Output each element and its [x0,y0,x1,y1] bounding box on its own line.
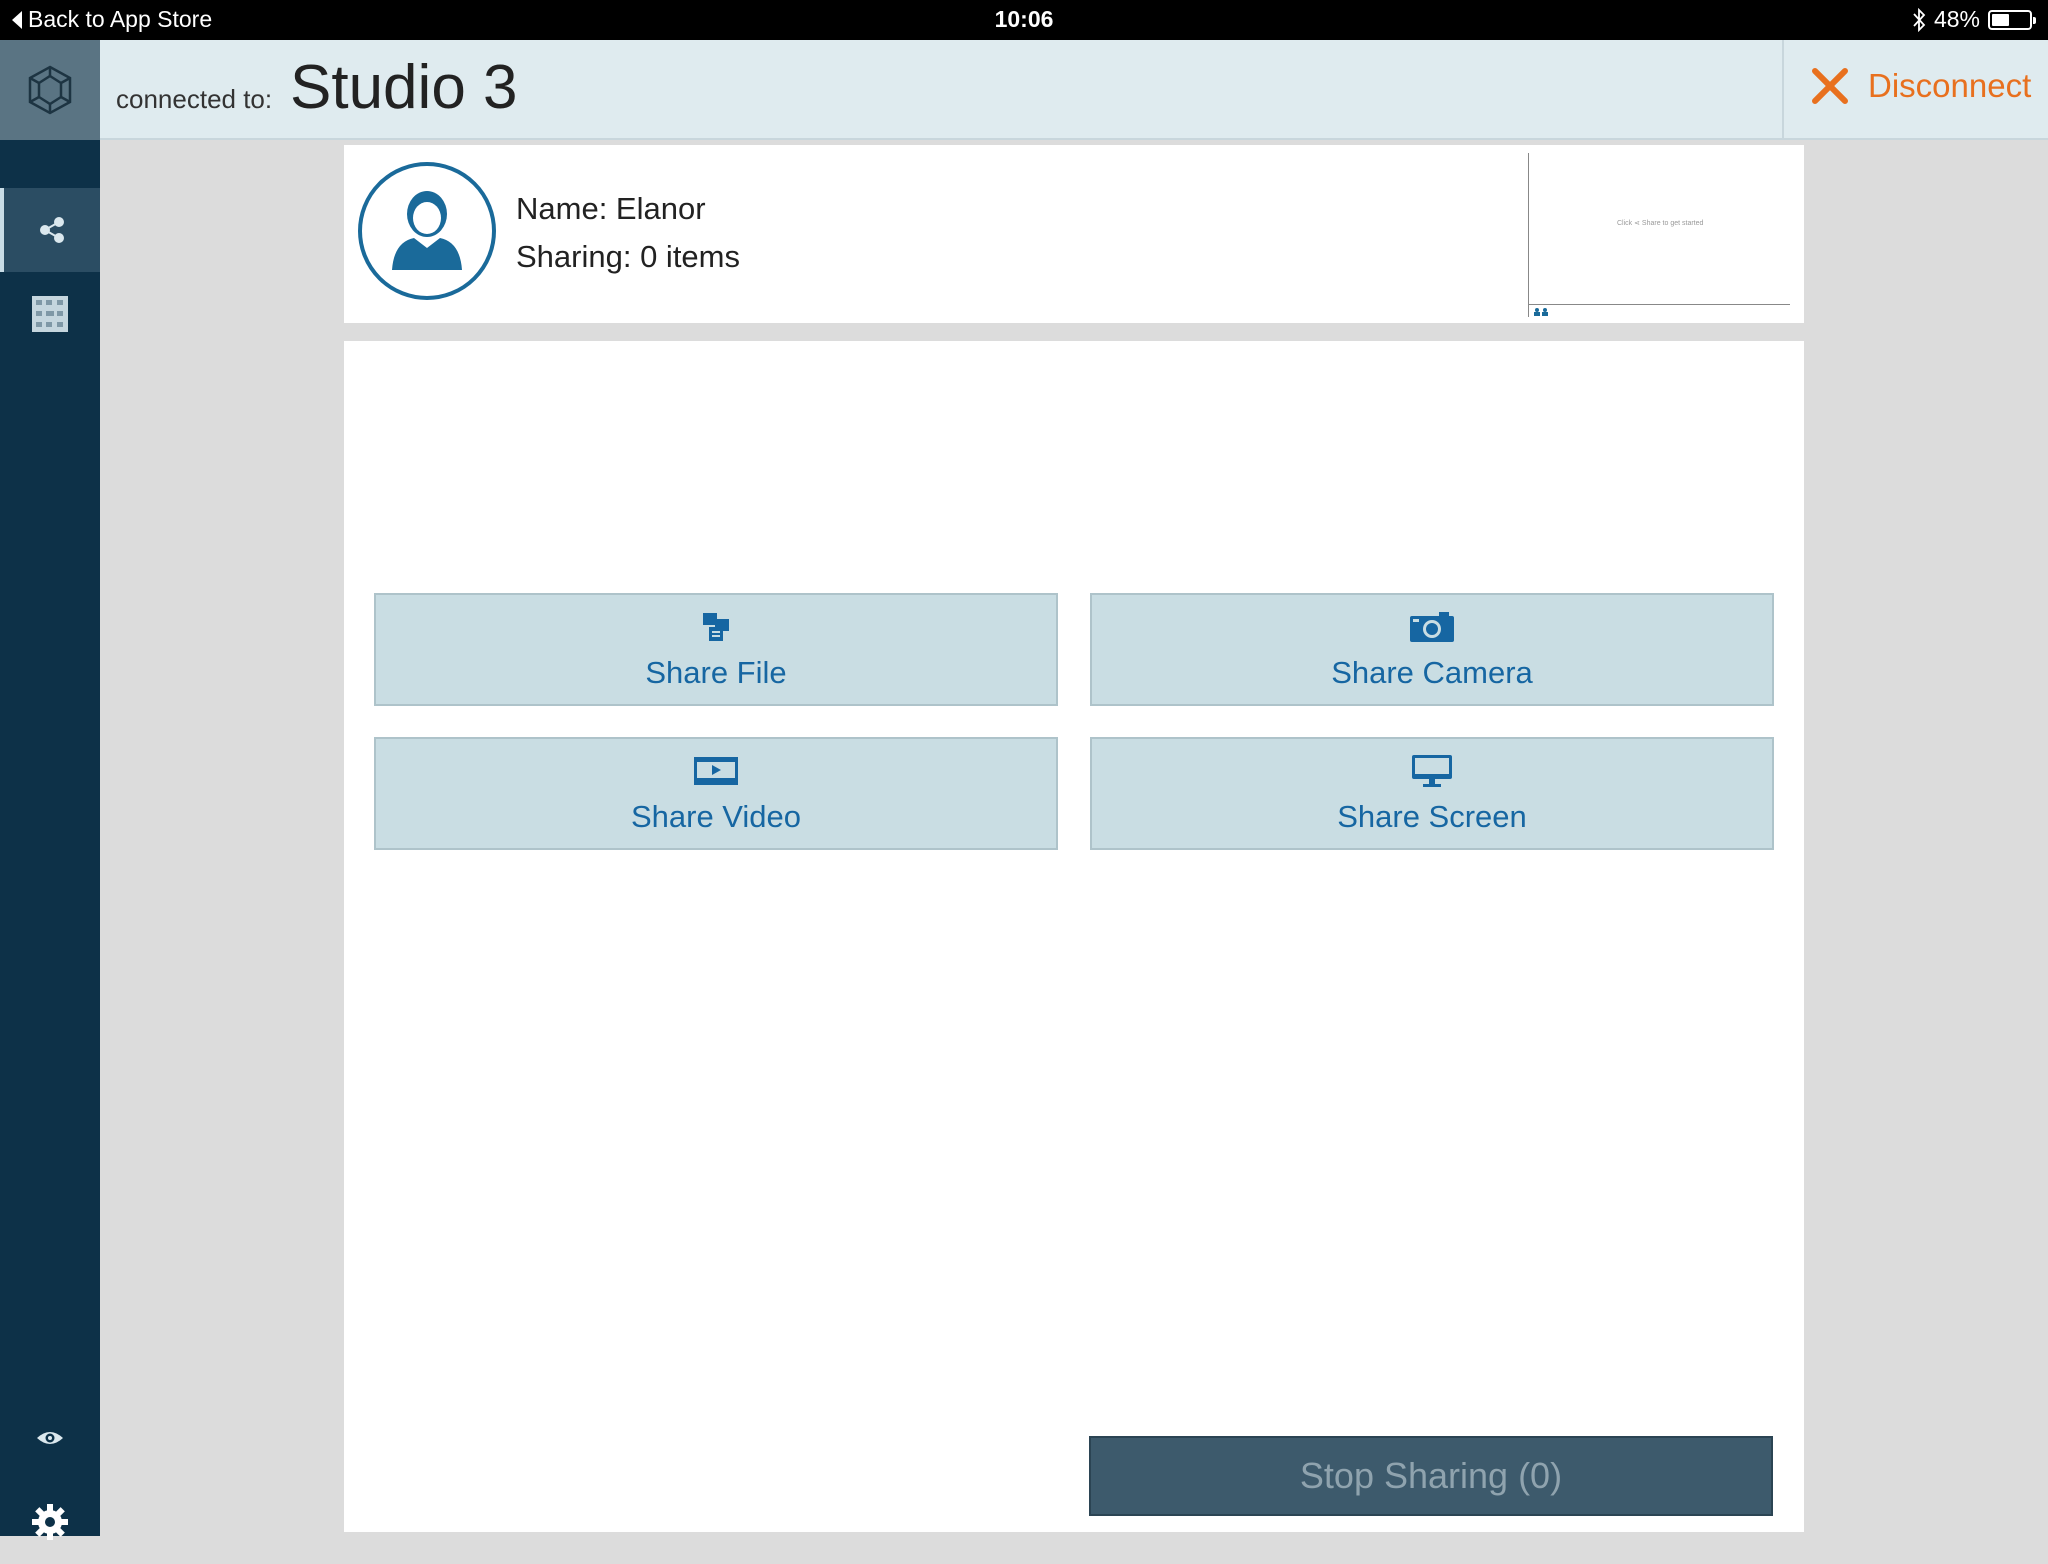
disconnect-button[interactable]: Disconnect [1810,66,2031,106]
ios-status-bar: Back to App Store 10:06 48% [0,0,2048,40]
user-profile-card: Name: Elanor Sharing: 0 items Click ⋖ Sh… [344,145,1804,323]
file-icon [703,613,729,641]
polyhedron-logo-icon [28,65,72,115]
connection-header: connected to: Studio 3 Disconnect [100,40,2048,140]
share-video-button[interactable]: Share Video [374,737,1058,850]
user-name: Name: Elanor [516,191,706,226]
preview-text: Click ⋖ Share to get started [1617,220,1704,227]
share-screen-button[interactable]: Share Screen [1090,737,1774,850]
share-panel: Share File Share Camera Share Video Shar… [344,341,1804,1532]
gear-icon [32,1504,68,1540]
user-icon [392,191,462,270]
bluetooth-icon [1913,7,1926,32]
disconnect-label: Disconnect [1868,67,2032,104]
camera-icon [1410,612,1454,642]
app-logo[interactable] [0,40,100,140]
eye-icon [37,1432,63,1444]
room-preview-thumbnail[interactable]: Click ⋖ Share to get started [1528,153,1790,317]
share-screen-label: Share Screen [1337,799,1527,834]
room-name: Studio 3 [290,53,518,122]
monitor-icon [1412,755,1452,787]
battery-icon [1988,9,2036,30]
clock: 10:06 [994,6,1054,32]
preview-baseline [1529,304,1790,305]
share-camera-label: Share Camera [1331,655,1533,690]
connected-to-label: connected to: [116,84,273,114]
avatar [358,162,496,300]
share-file-button[interactable]: Share File [374,593,1058,706]
sidebar-item-settings[interactable] [0,1480,100,1564]
sidebar-item-share[interactable] [0,188,100,272]
battery-percent: 48% [1933,6,1980,32]
share-camera-button[interactable]: Share Camera [1090,593,1774,706]
header-divider [1782,40,1784,140]
sidebar-item-layout[interactable] [0,272,100,356]
share-icon [40,217,64,243]
sharing-count: Sharing: 0 items [516,239,740,274]
stop-sharing-label: Stop Sharing (0) [1299,1455,1563,1496]
sidebar [0,40,100,1540]
sidebar-item-view[interactable] [0,1396,100,1480]
share-file-label: Share File [645,655,787,690]
share-video-label: Share Video [630,799,802,834]
grid-layout-icon [32,296,68,332]
status-right: 48% [1912,6,2036,33]
video-icon [694,757,738,785]
stop-sharing-button[interactable]: Stop Sharing (0) [1089,1436,1773,1516]
preview-users-icon [1534,308,1548,316]
close-icon [1812,68,1848,104]
